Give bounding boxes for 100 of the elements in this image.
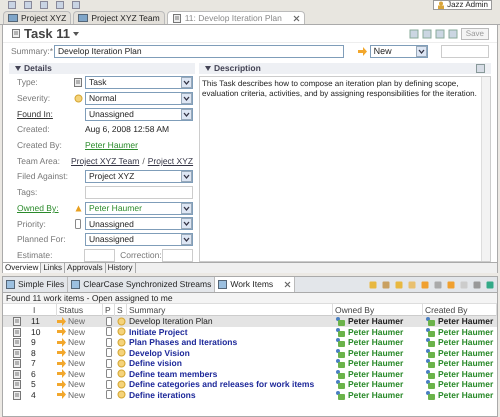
person-icon [425,358,435,368]
field-link[interactable]: Owned By: [17,202,71,215]
table-row[interactable]: 5 New Define categories and releases for work items Peter Haumer Peter Haumer [3,379,497,390]
dropdown[interactable]: Task [85,76,193,90]
section-header[interactable]: Details [24,62,52,75]
table-cell: Peter Haumer [348,390,404,400]
field-label: Team Area: [17,154,61,168]
caret-icon[interactable] [181,93,192,104]
task-icon [12,390,22,400]
view-tab[interactable]: Simple Files [3,277,68,292]
triangle-icon[interactable] [205,66,211,71]
person-icon [335,368,345,379]
correction-field[interactable] [162,248,193,262]
person-icon [425,326,435,337]
dropdown[interactable] [440,45,489,58]
person-icon [335,348,345,358]
view-tab[interactable]: Work Items [215,277,296,292]
table-cell: Peter Haumer [438,379,494,390]
table-cell-text: 6 [31,368,37,379]
view-icon [218,280,228,289]
toolbar-icon[interactable] [434,28,445,38]
editor-tab[interactable]: Project XYZ Team [73,11,165,24]
person-icon [425,348,435,358]
page-tab[interactable]: Links [41,263,66,273]
table-row[interactable]: 6 New Define team members Peter Haumer Peter Haumer [3,368,497,379]
project-link[interactable]: Project XYZ [148,154,194,168]
table-row[interactable]: 7 New Define vision Peter Haumer Peter Haumer [3,358,497,368]
project-link[interactable]: Project XYZ Team [71,154,140,168]
table-row[interactable]: 10 New Initiate Project Peter Haumer Peter Haumer [3,326,497,337]
dropdown[interactable]: New [370,45,428,58]
table-cell: Peter Haumer [348,337,404,348]
table-cell-text: Initiate Project [128,326,189,337]
task-icon [172,13,182,23]
estimate-field[interactable] [84,248,116,262]
task-icon [11,28,21,39]
table-cell-text: Define team members [128,368,218,379]
caret-icon[interactable] [181,234,192,246]
field-link[interactable]: Found In: [17,108,71,121]
toolbar-icon[interactable] [448,28,458,38]
table-cell: New [68,358,86,368]
table-cell: Peter Haumer [348,358,404,368]
caret-icon[interactable] [416,46,427,57]
editor-tab[interactable]: Project XYZ [3,11,72,24]
field-label: Correction: [120,248,162,262]
field-label: Estimate: [17,248,54,262]
person-icon [335,326,345,337]
table-cell: Peter Haumer [438,358,494,368]
task-icon [12,358,22,368]
person-link[interactable]: Peter Haumer [85,139,138,152]
toolbar-icon[interactable] [422,28,432,38]
field-value: Aug 6, 2008 12:58 AM [85,123,170,136]
caret-icon[interactable] [73,32,80,36]
person-icon [335,358,345,368]
person-icon [425,337,435,348]
field-label: Summary:* [11,45,51,58]
dropdown[interactable]: Normal [85,92,193,105]
field-label: Tags: [17,186,38,199]
page-tab[interactable]: Overview [3,263,42,273]
tags-field[interactable] [85,186,193,200]
field-label: Priority: [17,218,47,230]
task-icon [12,326,22,337]
table-cell: Peter Haumer [348,326,404,337]
caret-icon[interactable] [181,171,192,182]
dropdown[interactable]: Unassigned [85,108,193,121]
person-icon [335,390,345,400]
table-cell: Peter Haumer [438,348,494,358]
dropdown[interactable]: Unassigned [85,217,193,230]
caret-icon[interactable] [181,77,192,88]
close-icon[interactable] [284,281,292,288]
page-tab[interactable]: History [106,263,136,273]
close-icon[interactable] [292,14,300,22]
toolbar-icon[interactable] [476,64,485,73]
field-label: Created By: [17,139,63,152]
task-icon [12,348,22,358]
person-icon [425,316,435,326]
table-cell: New [68,326,86,337]
table-row[interactable]: 4 New Define iterations Peter Haumer Peter Haumer [3,390,497,400]
dropdown[interactable]: Project XYZ [85,170,193,184]
section-header[interactable]: Description [214,62,261,75]
table-cell-text: Define vision [128,358,183,368]
page-tab[interactable]: Approvals [65,263,106,273]
caret-icon[interactable] [181,218,192,230]
scrollbar[interactable] [481,77,490,261]
dropdown[interactable]: Unassigned [85,233,193,246]
table-cell: Peter Haumer [438,316,494,326]
toolbar-icon[interactable] [408,28,419,38]
task-icon [73,77,83,88]
table-cell-text: 4 [31,390,37,400]
editor-tab[interactable]: 11: Develop Iteration Plan [166,11,305,24]
dropdown[interactable]: Peter Haumer [85,202,193,215]
table-row[interactable]: 11 New Develop Iteration Plan Peter Haumer Peter Haumer [3,316,497,326]
person-icon [425,379,435,390]
table-row[interactable]: 9 New Plan Phases and Iterations Peter Haumer Peter Haumer [3,337,497,348]
user-button[interactable]: Jazz Admin [433,0,492,10]
table-row[interactable]: 8 New Develop Vision Peter Haumer Peter Haumer [3,348,497,358]
caret-icon[interactable] [181,202,192,214]
caret-icon[interactable] [181,108,192,120]
summary-field[interactable]: Develop Iteration Plan [54,45,344,58]
table-cell: New [68,379,86,390]
triangle-icon[interactable] [15,66,21,71]
